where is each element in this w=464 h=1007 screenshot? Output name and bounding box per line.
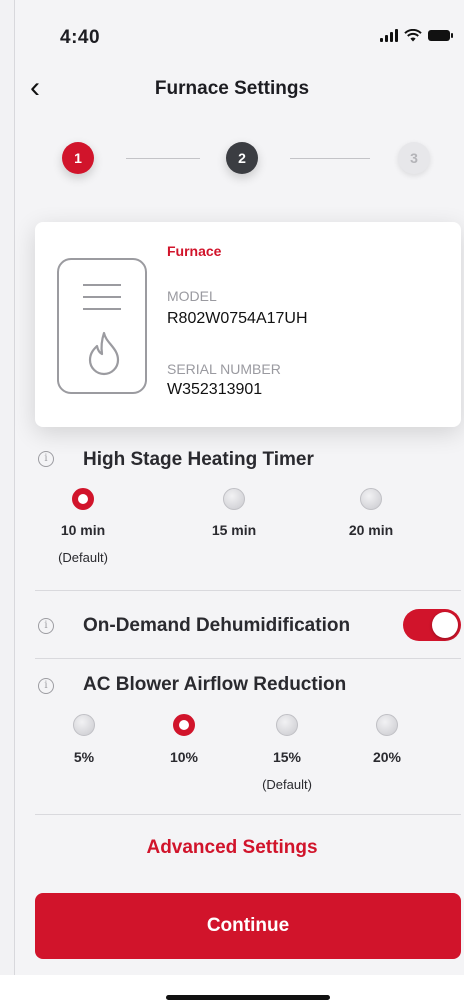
continue-button[interactable]: Continue xyxy=(35,893,461,959)
default-note: (Default) xyxy=(262,777,312,792)
divider xyxy=(35,590,461,591)
step-connector xyxy=(126,158,200,159)
option-label: 10% xyxy=(169,749,199,765)
model-value: R802W0754A17UH xyxy=(167,310,308,327)
info-icon[interactable]: i xyxy=(38,618,54,634)
divider xyxy=(35,658,461,659)
option-label: 20 min xyxy=(348,522,394,538)
furnace-device-icon xyxy=(57,258,147,394)
option-label: 5% xyxy=(73,749,95,765)
option-label: 15% xyxy=(272,749,302,765)
radio-10-percent[interactable] xyxy=(173,714,195,736)
signal-icon xyxy=(380,29,398,42)
status-time: 4:40 xyxy=(60,27,101,48)
wifi-icon xyxy=(404,29,422,42)
dehumidification-toggle[interactable] xyxy=(403,609,461,641)
page-title: Furnace Settings xyxy=(154,78,310,99)
dehumidification-title: On-Demand Dehumidification xyxy=(83,615,351,636)
status-icons xyxy=(380,29,453,42)
info-icon[interactable]: i xyxy=(38,678,54,694)
radio-20-percent[interactable] xyxy=(376,714,398,736)
step-connector xyxy=(290,158,370,159)
bottom-safe-area xyxy=(0,975,464,1007)
device-type-label: Furnace xyxy=(167,243,222,259)
divider xyxy=(35,814,461,815)
info-icon[interactable]: i xyxy=(38,451,54,467)
advanced-settings-link[interactable]: Advanced Settings xyxy=(0,837,464,859)
ac-blower-title: AC Blower Airflow Reduction xyxy=(83,674,347,695)
home-indicator xyxy=(166,995,330,1000)
radio-10-min[interactable] xyxy=(72,488,94,510)
step-2: 2 xyxy=(226,142,258,174)
step-3: 3 xyxy=(398,142,430,174)
step-1: 1 xyxy=(62,142,94,174)
battery-icon xyxy=(428,30,453,41)
option-label: 20% xyxy=(372,749,402,765)
radio-5-percent[interactable] xyxy=(73,714,95,736)
serial-value: W352313901 xyxy=(167,381,263,398)
option-label: 15 min xyxy=(211,522,257,538)
radio-15-min[interactable] xyxy=(223,488,245,510)
flame-icon xyxy=(88,331,120,376)
high-stage-timer-title: High Stage Heating Timer xyxy=(83,449,314,470)
default-note: (Default) xyxy=(58,550,108,565)
serial-label: SERIAL NUMBER xyxy=(167,361,281,377)
model-label: MODEL xyxy=(167,288,217,304)
radio-20-min[interactable] xyxy=(360,488,382,510)
toggle-knob xyxy=(432,612,458,638)
option-label: 10 min xyxy=(60,522,106,538)
device-info-card: Furnace MODEL R802W0754A17UH SERIAL NUMB… xyxy=(35,222,461,427)
radio-15-percent[interactable] xyxy=(276,714,298,736)
